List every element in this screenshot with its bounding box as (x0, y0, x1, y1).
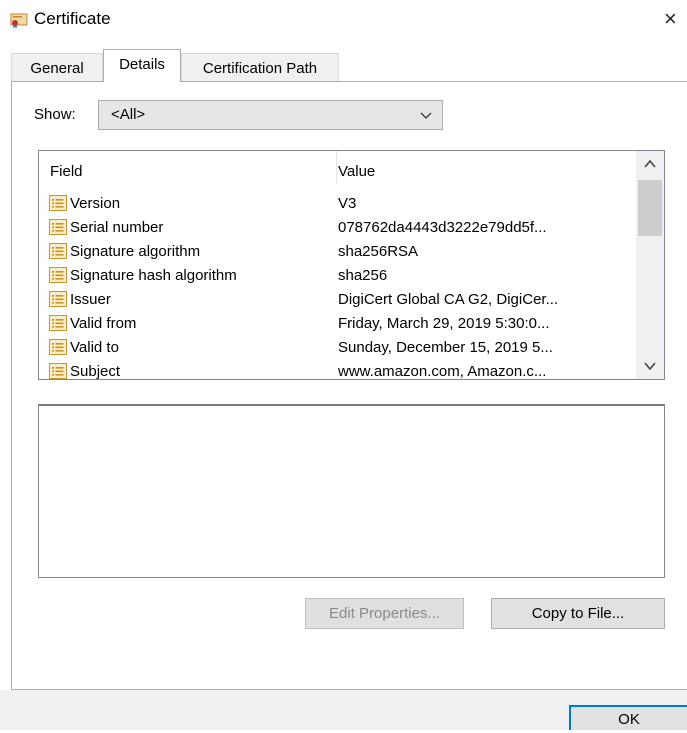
field-name: Valid to (70, 339, 119, 356)
list-item[interactable]: Version V3 (39, 191, 634, 215)
field-name: Signature algorithm (70, 243, 201, 260)
field-icon (49, 339, 67, 355)
list-item[interactable]: Signature algorithm sha256RSA (39, 239, 634, 263)
column-header-value[interactable]: Value (338, 163, 375, 180)
tab-certification-path[interactable]: Certification Path (181, 53, 339, 82)
field-icon (49, 243, 67, 259)
scroll-down-icon[interactable] (636, 353, 664, 379)
show-dropdown-value: <All> (111, 106, 146, 123)
title-bar: Certificate × (0, 0, 687, 40)
field-icon (49, 363, 67, 379)
list-item[interactable]: Serial number 078762da4443d3222e79dd5f..… (39, 215, 634, 239)
field-name: Serial number (70, 219, 164, 236)
chevron-down-icon (420, 112, 432, 119)
fields-list[interactable]: Field Value Version V3 Serial number 078… (38, 150, 665, 380)
field-value: Sunday, December 15, 2019 5... (338, 339, 553, 356)
copy-to-file-button[interactable]: Copy to File... (491, 598, 665, 629)
field-value: sha256RSA (338, 243, 419, 260)
list-item[interactable]: Issuer DigiCert Global CA G2, DigiCer... (39, 287, 634, 311)
list-item[interactable]: Valid to Sunday, December 15, 2019 5... (39, 335, 634, 359)
column-header-field[interactable]: Field (50, 163, 83, 180)
field-value: V3 (338, 195, 357, 212)
list-item[interactable]: Subject www.amazon.com, Amazon.c... (39, 359, 634, 380)
show-label: Show: (34, 106, 76, 123)
close-icon: × (664, 6, 677, 31)
field-value: DigiCert Global CA G2, DigiCer... (338, 291, 559, 308)
field-name: Subject (70, 363, 121, 380)
field-name: Version (70, 195, 121, 212)
close-button[interactable]: × (664, 4, 687, 34)
column-divider (336, 151, 337, 183)
tab-general[interactable]: General (11, 53, 103, 82)
field-icon (49, 267, 67, 283)
ok-button[interactable]: OK (569, 705, 687, 730)
list-scrollbar[interactable] (636, 151, 664, 379)
list-item[interactable]: Valid from Friday, March 29, 2019 5:30:0… (39, 311, 634, 335)
field-value: www.amazon.com, Amazon.c... (338, 363, 547, 380)
field-name: Issuer (70, 291, 111, 308)
field-icon (49, 219, 67, 235)
certificate-icon (10, 13, 28, 28)
field-value: sha256 (338, 267, 388, 284)
window-title: Certificate (34, 9, 111, 28)
field-name: Signature hash algorithm (70, 267, 237, 284)
tab-details[interactable]: Details (103, 49, 181, 82)
field-details-textbox[interactable] (38, 404, 665, 578)
show-dropdown[interactable]: <All> (98, 100, 443, 130)
field-name: Valid from (70, 315, 137, 332)
scrollbar-thumb[interactable] (638, 180, 662, 236)
field-value: Friday, March 29, 2019 5:30:0... (338, 315, 550, 332)
field-icon (49, 315, 67, 331)
list-item[interactable]: Signature hash algorithm sha256 (39, 263, 634, 287)
scroll-up-icon[interactable] (636, 151, 664, 177)
edit-properties-button[interactable]: Edit Properties... (305, 598, 464, 629)
field-value: 078762da4443d3222e79dd5f... (338, 219, 547, 236)
field-icon (49, 291, 67, 307)
field-icon (49, 195, 67, 211)
